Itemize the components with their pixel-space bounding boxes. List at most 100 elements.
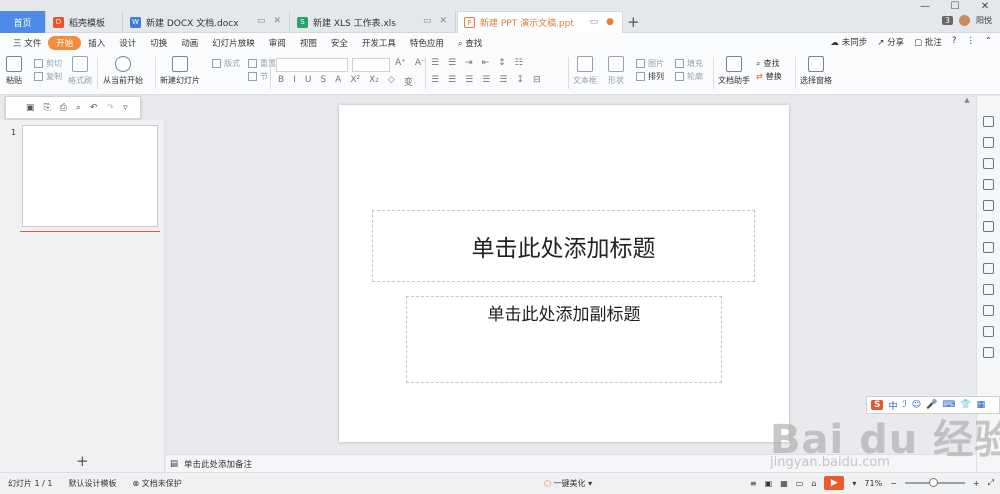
slide-sorter-icon[interactable]: ▦ (780, 479, 788, 488)
section-button[interactable]: 节 (248, 70, 276, 83)
font-size-combo[interactable] (352, 58, 390, 72)
clear-format-icon[interactable]: ◇ (388, 75, 395, 88)
new-slide-button[interactable]: 新建幻灯片 (160, 56, 200, 86)
paste-button[interactable]: 粘贴 (6, 56, 22, 86)
template-icon[interactable] (983, 263, 994, 274)
menu-home[interactable]: 开始 (48, 36, 82, 50)
align-right-icon[interactable]: ☰ (465, 75, 473, 85)
slideshow-play-button[interactable]: ▶ (824, 476, 845, 490)
reading-view-icon[interactable]: ▭ (796, 479, 804, 488)
monitor-icon[interactable]: ▭ (423, 16, 432, 26)
distribute-icon[interactable]: ☰ (499, 75, 507, 85)
print-preview-icon[interactable]: ⌕ (76, 103, 81, 113)
sogou-logo-icon[interactable]: S (871, 400, 884, 410)
shape-effects-icon[interactable] (983, 137, 994, 148)
subscript-icon[interactable]: X₂ (369, 75, 379, 88)
align-text-icon[interactable]: ⊟ (533, 75, 541, 85)
close-icon[interactable]: ✕ (439, 16, 447, 26)
zoom-in-icon[interactable]: + (973, 479, 980, 488)
menu-developer[interactable]: 开发工具 (355, 37, 403, 49)
customize-qat-icon[interactable]: ▿ (123, 103, 128, 113)
format-painter-button[interactable]: 格式刷 (68, 56, 92, 86)
font-color-icon[interactable]: A (335, 75, 341, 88)
export-pdf-icon[interactable]: ⎘ (44, 103, 51, 113)
help-icon[interactable]: ? (952, 36, 957, 48)
align-left-icon[interactable]: ☰ (431, 75, 439, 85)
increase-font-icon[interactable]: A⁺ (395, 58, 406, 68)
chart-icon[interactable] (983, 221, 994, 232)
notes-toggle-icon[interactable]: ≡ (750, 479, 757, 488)
sync-status[interactable]: ☁ 未同步 (831, 36, 868, 48)
notes-pane[interactable]: ▤ 单击此处添加备注 (166, 454, 976, 472)
fit-icon[interactable]: ⌂ (811, 479, 816, 488)
text-direction-icon[interactable]: ↧ (516, 75, 524, 85)
tab-ppt[interactable]: P 新建 PPT 演示文稿.ppt ▭ ● (457, 11, 623, 33)
menu-review[interactable]: 审阅 (262, 37, 293, 49)
font-name-combo[interactable] (276, 58, 348, 72)
menu-animation[interactable]: 动画 (174, 37, 205, 49)
select-icon[interactable] (983, 116, 994, 127)
comment-button[interactable]: ▢ 批注 (914, 36, 942, 48)
slide-thumbnail[interactable] (22, 125, 158, 227)
save-icon[interactable]: ▣ (26, 103, 35, 113)
doc-assistant-button[interactable]: 文档助手 (718, 56, 750, 86)
numbering-icon[interactable]: ☰ (448, 58, 456, 68)
menu-view[interactable]: 视图 (293, 37, 324, 49)
text-effect-icon[interactable]: 变 (404, 75, 413, 88)
columns-icon[interactable]: ☷ (515, 58, 523, 68)
undo-icon[interactable]: ↶ (90, 103, 98, 113)
menu-transition[interactable]: 切换 (143, 37, 174, 49)
play-options-icon[interactable]: ▾ (852, 479, 856, 488)
close-window-icon[interactable]: ✕ (970, 0, 1000, 16)
normal-view-icon[interactable]: ▣ (765, 479, 773, 488)
shape-button[interactable]: 形状 (608, 56, 624, 86)
menu-search[interactable]: ⌕ 查找 (451, 37, 489, 49)
zoom-slider[interactable] (904, 478, 965, 487)
superscript-icon[interactable]: X² (350, 75, 360, 88)
strikethrough-icon[interactable]: S (320, 75, 326, 88)
user-name[interactable]: 阳悦 (976, 15, 992, 26)
redo-icon[interactable]: ↷ (107, 103, 115, 113)
window-count-badge[interactable]: 3 (941, 16, 953, 25)
justify-icon[interactable]: ☰ (482, 75, 490, 85)
file-menu[interactable]: 三 文件 (6, 37, 48, 49)
tab-docx[interactable]: W 新建 DOCX 文档.docx ▭ ✕ (124, 11, 290, 33)
find-button[interactable]: ⌕ 查找 (756, 57, 782, 70)
export-icon[interactable] (983, 284, 994, 295)
bold-icon[interactable]: B (278, 75, 284, 88)
fill-button[interactable]: 填充 (675, 57, 703, 70)
settings-sliders-icon[interactable] (983, 242, 994, 253)
text-box-button[interactable]: 文本框 (573, 56, 597, 86)
zoom-slider-handle[interactable] (928, 478, 938, 487)
close-icon[interactable]: ✕ (273, 16, 281, 26)
menu-slideshow[interactable]: 幻灯片放映 (205, 37, 262, 49)
new-tab-button[interactable]: + (627, 13, 640, 31)
zoom-level[interactable]: 71% (864, 479, 882, 488)
toolbox-icon[interactable]: ▦ (977, 400, 986, 410)
fill-panel-icon[interactable] (983, 179, 994, 190)
tab-xls[interactable]: S 新建 XLS 工作表.xls ▭ ✕ (291, 11, 456, 33)
arrange-button[interactable]: 排列 (636, 70, 664, 83)
menu-insert[interactable]: 插入 (81, 37, 112, 49)
home-tab[interactable]: 首页 (0, 11, 46, 33)
scroll-up-icon[interactable]: ▲ (960, 96, 974, 104)
reset-button[interactable]: 重置 (248, 57, 276, 70)
menu-security[interactable]: 安全 (324, 37, 355, 49)
monitor-icon[interactable]: ▭ (257, 16, 266, 26)
slide[interactable]: 单击此处添加标题 单击此处添加副标题 (339, 105, 789, 442)
history-icon[interactable] (983, 347, 994, 358)
menu-design[interactable]: 设计 (112, 37, 143, 49)
design-template[interactable]: 默认设计模板 (61, 478, 125, 489)
share-button[interactable]: ↗ 分享 (877, 36, 904, 48)
emoji-icon[interactable]: ☺ (912, 400, 921, 410)
align-center-icon[interactable]: ☰ (448, 75, 456, 85)
layout-button[interactable]: 版式 (212, 57, 240, 70)
replace-button[interactable]: ⇄ 替换 (756, 70, 782, 83)
print-icon[interactable]: ⎙ (60, 103, 67, 113)
skin-icon[interactable]: 👕 (960, 400, 971, 410)
beautify-button[interactable]: ⬡ 一键美化 ▾ (536, 478, 600, 489)
ime-language[interactable]: 中 (888, 399, 897, 412)
picture-button[interactable]: 图片 (636, 57, 664, 70)
title-placeholder[interactable]: 单击此处添加标题 (372, 210, 755, 282)
layout-panel-icon[interactable] (983, 305, 994, 316)
